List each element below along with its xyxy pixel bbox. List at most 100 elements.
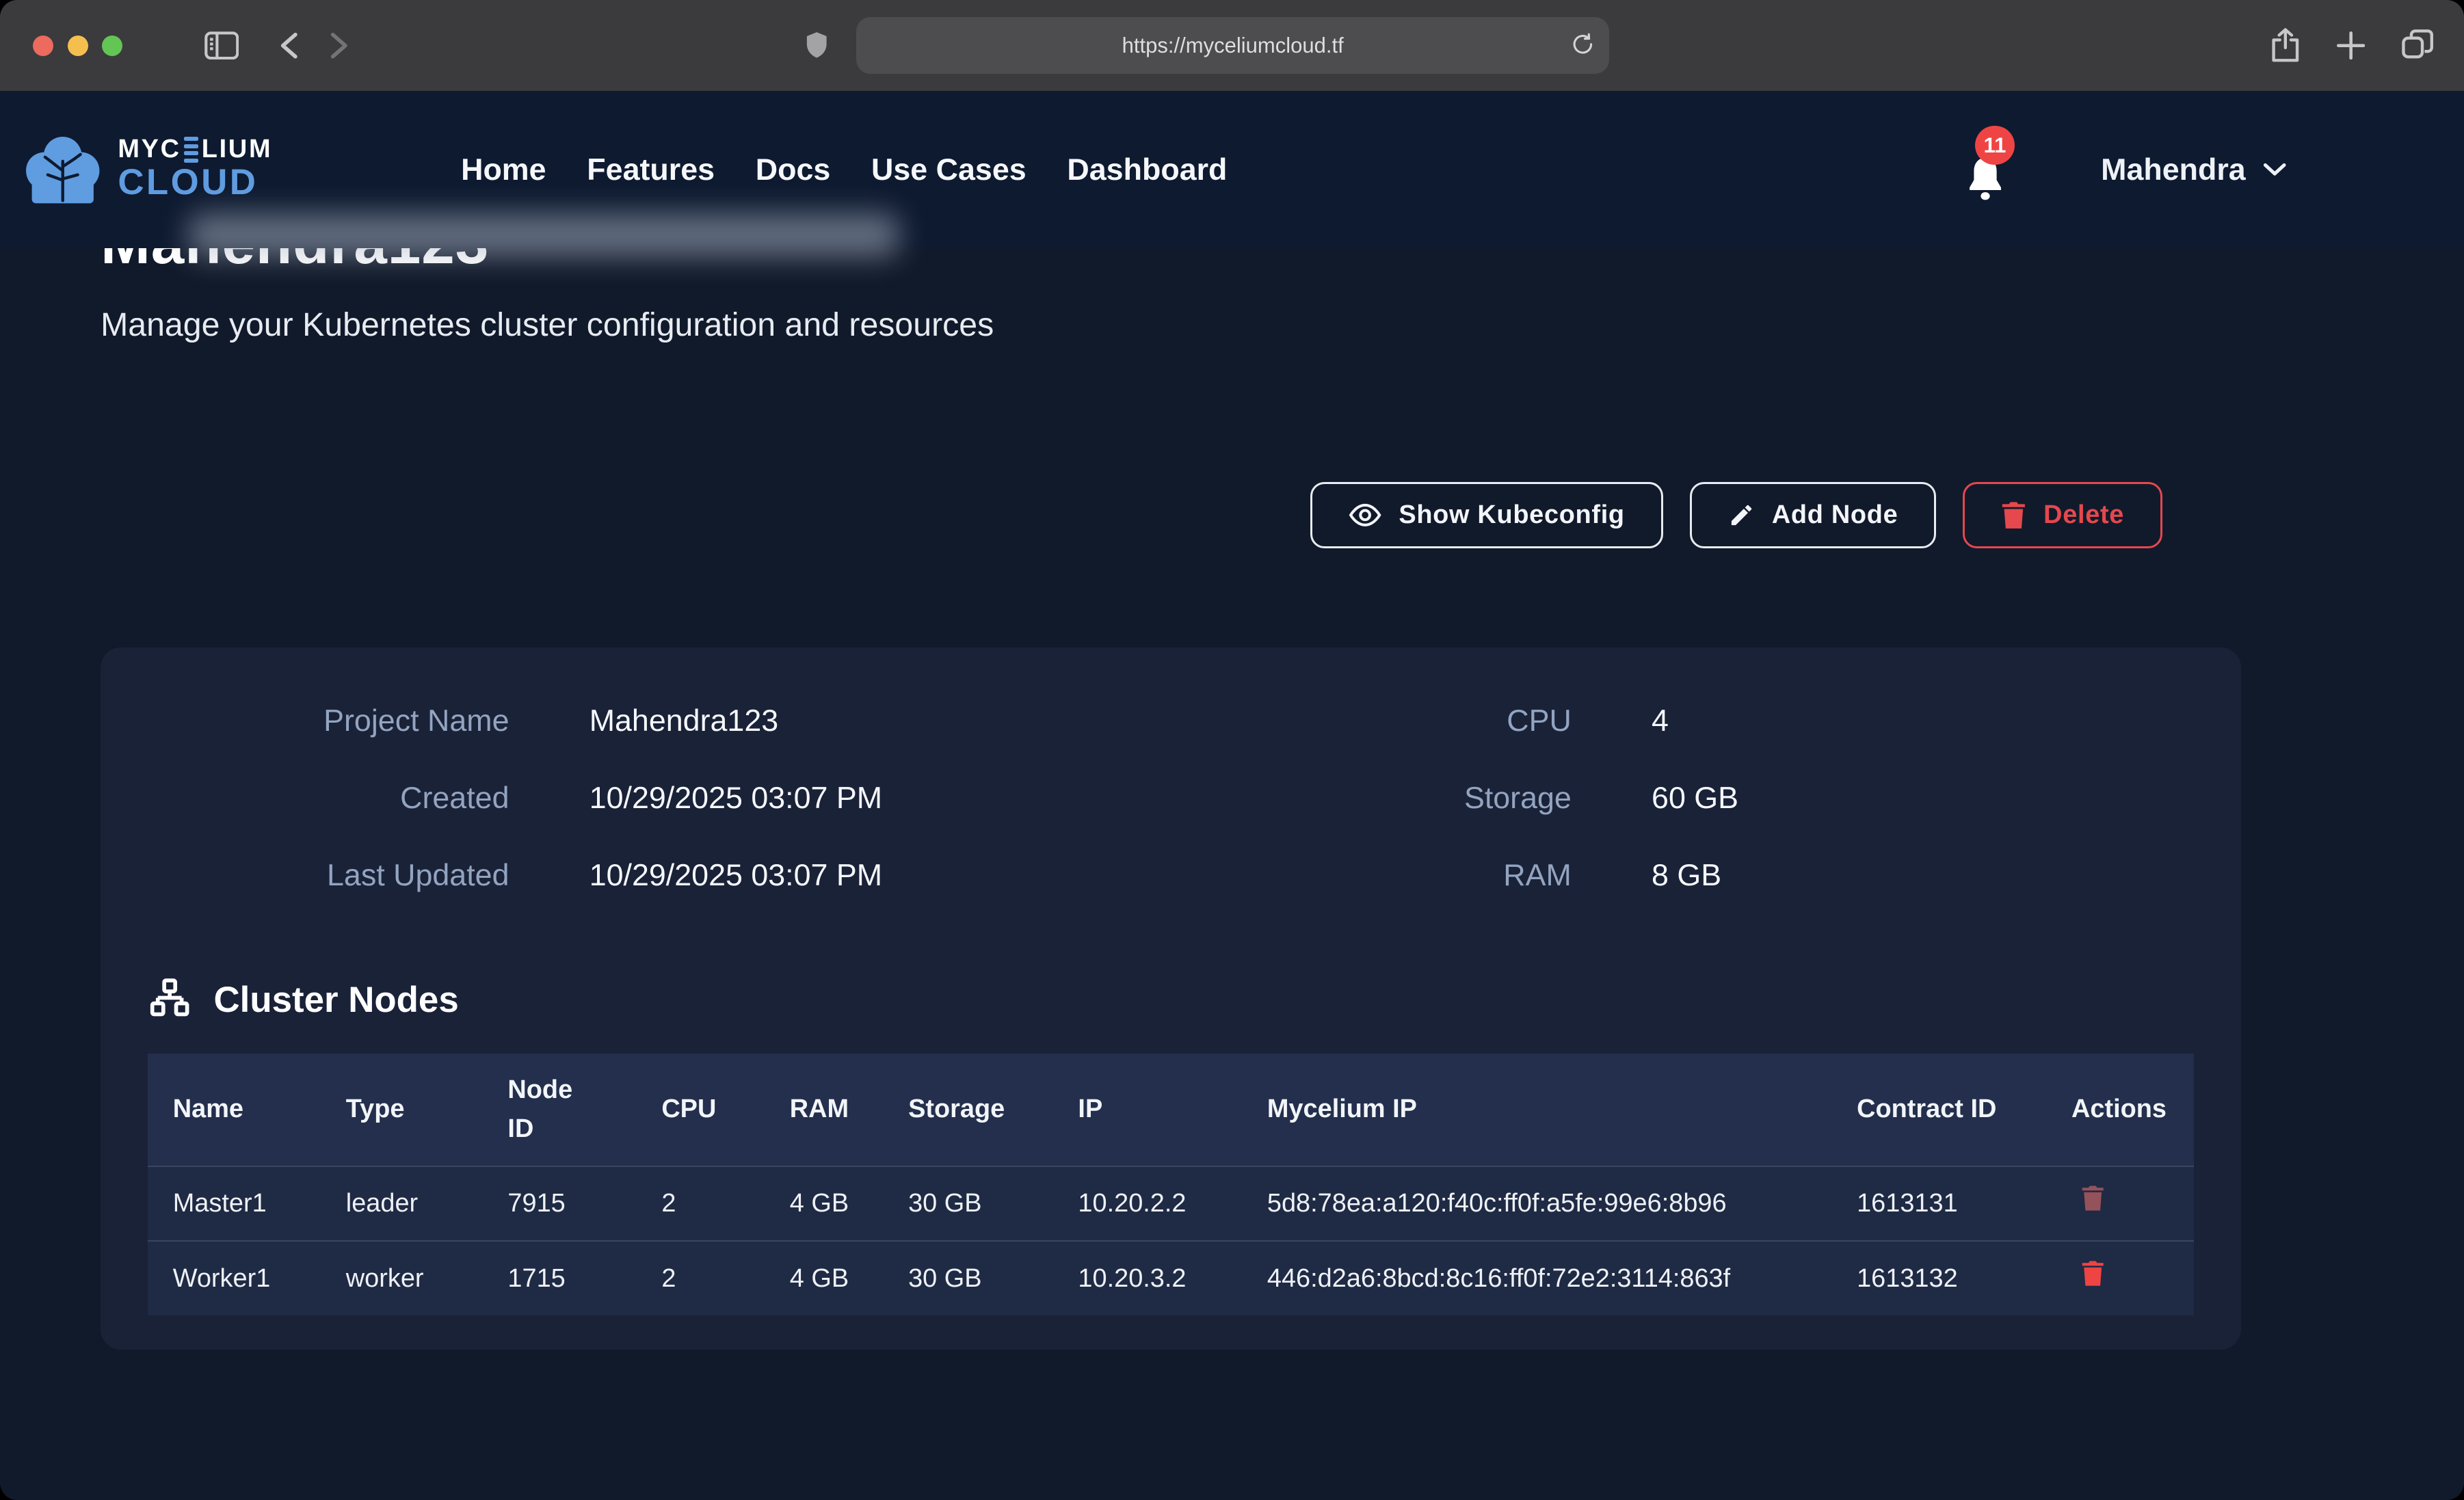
nav-links: Home Features Docs Use Cases Dashboard — [461, 152, 1227, 187]
traffic-lights — [33, 36, 122, 56]
info-label: RAM — [1336, 858, 1572, 893]
nav-link-docs[interactable]: Docs — [756, 152, 831, 187]
col-header-node-id: Node ID — [483, 1054, 637, 1166]
back-icon[interactable] — [280, 31, 299, 59]
info-label: CPU — [1336, 704, 1572, 738]
cell-cpu: 2 — [637, 1166, 765, 1241]
col-header-ram: RAM — [765, 1054, 883, 1166]
col-header-ip: IP — [1053, 1054, 1242, 1166]
show-kubeconfig-button[interactable]: Show Kubeconfig — [1310, 482, 1663, 548]
tabs-overview-icon[interactable] — [2401, 29, 2434, 62]
info-label: Project Name — [148, 704, 509, 738]
cell-node-id: 7915 — [483, 1166, 637, 1241]
info-value: 8 GB — [1652, 858, 1721, 893]
delete-node-icon[interactable] — [2081, 1260, 2104, 1287]
logo-e-icon — [184, 137, 198, 163]
cell-actions — [2046, 1241, 2194, 1315]
cell-node-id: 1715 — [483, 1241, 637, 1315]
col-header-contract-id: Contract ID — [1831, 1054, 2046, 1166]
url-text: https://myceliumcloud.tf — [1122, 34, 1344, 58]
user-name: Mahendra — [2101, 152, 2246, 187]
notification-badge: 11 — [1975, 126, 2014, 165]
col-header-name: Name — [148, 1054, 321, 1166]
page-subtitle: Manage your Kubernetes cluster configura… — [101, 306, 2363, 344]
info-row-project-name: Project Name Mahendra123 — [148, 704, 933, 738]
info-row-created: Created 10/29/2025 03:07 PM — [148, 781, 933, 816]
notifications-button[interactable]: 11 — [1964, 155, 2006, 202]
new-tab-icon[interactable] — [2337, 31, 2365, 59]
main-content: Mahendra123 Manage your Kubernetes clust… — [0, 207, 2464, 1350]
toolbar-right — [2270, 0, 2434, 91]
info-row-ram: RAM 8 GB — [1336, 858, 1738, 893]
col-header-cpu: CPU — [637, 1054, 765, 1166]
cluster-nodes-title: Cluster Nodes — [213, 979, 458, 1021]
eye-icon — [1349, 503, 1381, 528]
close-window-icon[interactable] — [33, 36, 53, 56]
cell-storage: 30 GB — [883, 1241, 1052, 1315]
cell-ip: 10.20.3.2 — [1053, 1241, 1242, 1315]
logo-line2: CLOUD — [118, 162, 258, 202]
cell-name: Worker1 — [148, 1241, 321, 1315]
info-value: 60 GB — [1652, 781, 1738, 816]
info-label: Storage — [1336, 781, 1572, 816]
cell-ram: 4 GB — [765, 1241, 883, 1315]
pencil-icon — [1728, 502, 1755, 528]
cloud-logo-icon — [22, 134, 103, 204]
logo-line1: MYCLIUM — [118, 137, 272, 163]
delete-node-icon[interactable] — [2081, 1185, 2104, 1211]
cell-type: worker — [321, 1241, 483, 1315]
cell-actions — [2046, 1166, 2194, 1241]
site-navbar: MYCLIUM CLOUD Home Features Docs Use Cas… — [0, 91, 2464, 248]
forward-icon[interactable] — [330, 31, 349, 59]
cluster-info-right: CPU 4 Storage 60 GB RAM 8 GB — [1336, 704, 1738, 893]
browser-window: https://myceliumcloud.tf — [0, 0, 2464, 1500]
zoom-window-icon[interactable] — [102, 36, 122, 56]
cell-ram: 4 GB — [765, 1166, 883, 1241]
col-header-actions: Actions — [2046, 1054, 2194, 1166]
address-bar[interactable]: https://myceliumcloud.tf — [856, 17, 1609, 74]
cluster-info: Project Name Mahendra123 Created 10/29/2… — [148, 704, 2194, 893]
cluster-info-left: Project Name Mahendra123 Created 10/29/2… — [148, 704, 933, 893]
col-header-storage: Storage — [883, 1054, 1052, 1166]
share-icon[interactable] — [2270, 27, 2301, 64]
nav-link-dashboard[interactable]: Dashboard — [1067, 152, 1227, 187]
table-row: Worker1 worker 1715 2 4 GB 30 GB 10.20.3… — [148, 1241, 2194, 1315]
info-row-last-updated: Last Updated 10/29/2025 03:07 PM — [148, 858, 933, 893]
info-value: 4 — [1652, 704, 1669, 738]
nav-link-use-cases[interactable]: Use Cases — [871, 152, 1026, 187]
table-header-row: Name Type Node ID CPU RAM Storage IP Myc… — [148, 1054, 2194, 1166]
info-label: Created — [148, 781, 509, 816]
cluster-actions: Show Kubeconfig Add Node Delete — [101, 482, 2241, 548]
mycelium-cloud-logo[interactable]: MYCLIUM CLOUD — [22, 134, 272, 204]
cell-cpu: 2 — [637, 1241, 765, 1315]
info-value: 10/29/2025 03:07 PM — [589, 858, 882, 893]
cell-contract-id: 1613132 — [1831, 1241, 2046, 1315]
info-row-cpu: CPU 4 — [1336, 704, 1738, 738]
browser-toolbar: https://myceliumcloud.tf — [0, 0, 2464, 91]
nav-link-home[interactable]: Home — [461, 152, 546, 187]
col-header-type: Type — [321, 1054, 483, 1166]
info-value: 10/29/2025 03:07 PM — [589, 781, 882, 816]
table-row: Master1 leader 7915 2 4 GB 30 GB 10.20.2… — [148, 1166, 2194, 1241]
chevron-down-icon — [2263, 163, 2286, 177]
navbar-right: 11 Mahendra — [1964, 137, 2286, 202]
add-node-button[interactable]: Add Node — [1690, 482, 1937, 548]
minimize-window-icon[interactable] — [68, 36, 88, 56]
nav-link-features[interactable]: Features — [587, 152, 715, 187]
trash-icon — [2001, 501, 2026, 529]
stage: https://myceliumcloud.tf — [0, 0, 2464, 1500]
cell-ip: 10.20.2.2 — [1053, 1166, 1242, 1241]
cell-contract-id: 1613131 — [1831, 1166, 2046, 1241]
sidebar-toggle-icon[interactable] — [204, 31, 239, 59]
cell-mycelium-ip: 446:d2a6:8bcd:8c16:ff0f:72e2:3114:863f — [1242, 1241, 1831, 1315]
reload-icon[interactable] — [1570, 30, 1595, 58]
cluster-nodes-header: Cluster Nodes — [148, 978, 2194, 1021]
info-label: Last Updated — [148, 858, 509, 893]
privacy-shield-icon[interactable] — [805, 30, 828, 60]
cell-type: leader — [321, 1166, 483, 1241]
user-menu[interactable]: Mahendra — [2101, 152, 2286, 187]
cell-storage: 30 GB — [883, 1166, 1052, 1241]
delete-cluster-button[interactable]: Delete — [1963, 482, 2162, 548]
cluster-details-card: Project Name Mahendra123 Created 10/29/2… — [101, 647, 2241, 1350]
info-row-storage: Storage 60 GB — [1336, 781, 1738, 816]
